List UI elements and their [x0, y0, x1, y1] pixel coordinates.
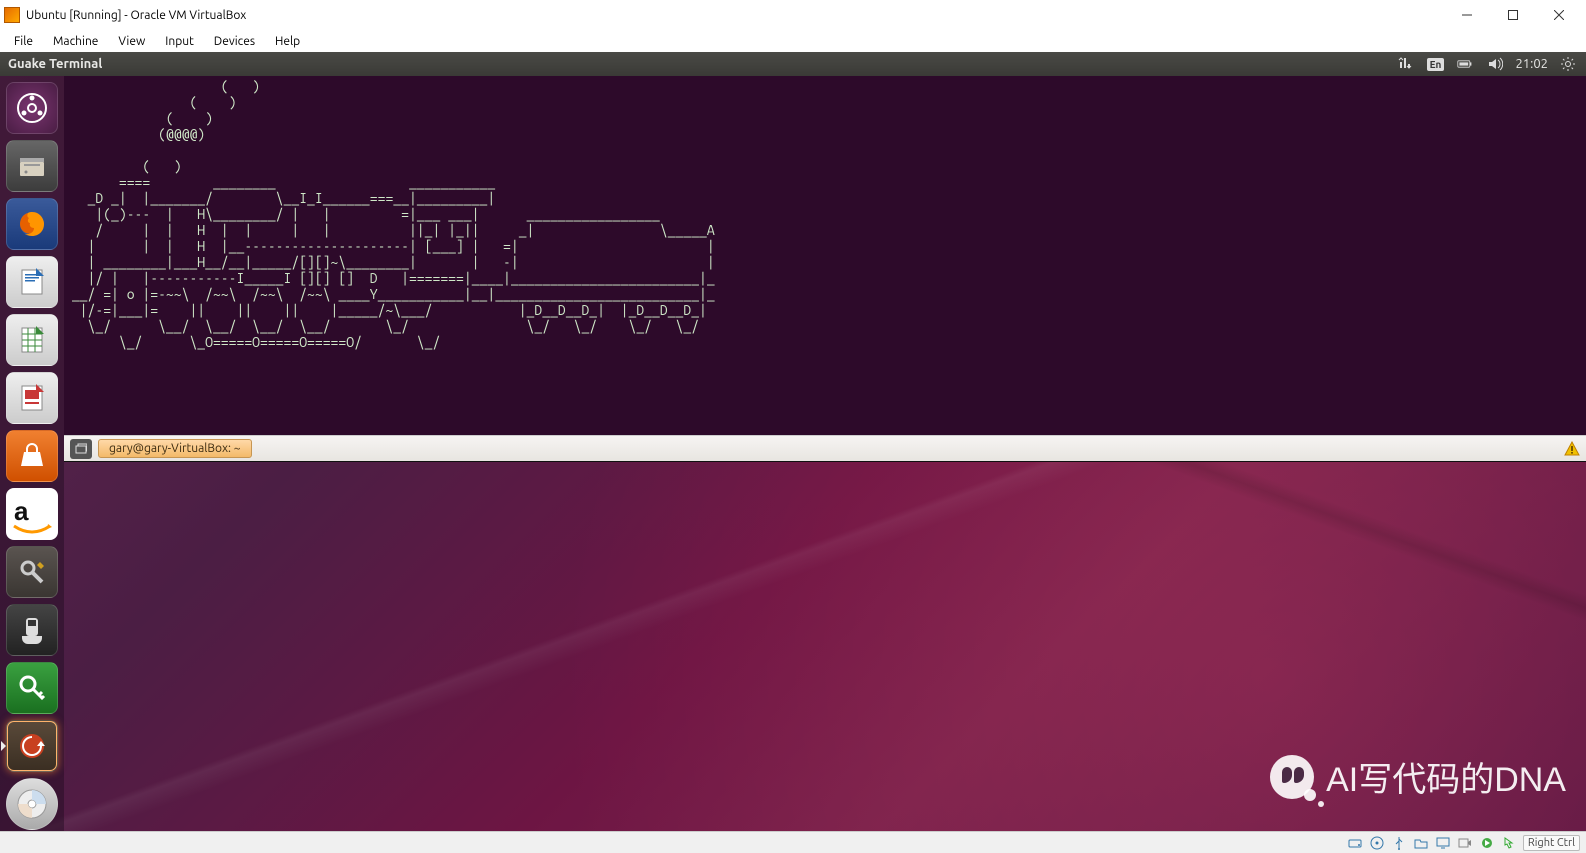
unity-launcher: a: [0, 76, 64, 831]
watermark: AI写代码的DNA: [1270, 752, 1566, 801]
menu-view[interactable]: View: [110, 33, 153, 50]
launcher-disc[interactable]: [6, 778, 58, 830]
hostkey-label[interactable]: Right Ctrl: [1523, 835, 1580, 851]
launcher-controller[interactable]: [6, 604, 58, 656]
ubuntu-desktop[interactable]: Guake Terminal En 21:02: [0, 52, 1586, 831]
menu-machine[interactable]: Machine: [45, 33, 106, 50]
launcher-settings[interactable]: [6, 546, 58, 598]
status-optical-icon[interactable]: [1369, 835, 1385, 851]
launcher-dash[interactable]: [6, 82, 58, 134]
status-shared-folder-icon[interactable]: [1413, 835, 1429, 851]
guake-terminal: ( ) ( ) ( ) (@@@@) ( ) ==== ________ ___…: [64, 76, 1586, 462]
gear-icon[interactable]: [1558, 52, 1578, 76]
virtualbox-menubar: File Machine View Input Devices Help: [0, 30, 1586, 52]
new-tab-button[interactable]: [70, 439, 92, 459]
terminal-output[interactable]: ( ) ( ) ( ) (@@@@) ( ) ==== ________ ___…: [64, 76, 1586, 435]
volume-icon[interactable]: [1485, 52, 1505, 76]
language-indicator[interactable]: En: [1425, 52, 1445, 76]
network-icon[interactable]: [1395, 52, 1415, 76]
launcher-firefox[interactable]: [6, 198, 58, 250]
virtualbox-window-title: Ubuntu [Running] - Oracle VM VirtualBox: [26, 9, 1444, 22]
panel-app-title: Guake Terminal: [8, 57, 1385, 71]
maximize-button[interactable]: [1490, 0, 1536, 30]
guest-display[interactable]: Guake Terminal En 21:02: [0, 52, 1586, 831]
launcher-amazon[interactable]: a: [6, 488, 58, 540]
launcher-writer[interactable]: [6, 256, 58, 308]
running-indicator-icon: [1, 741, 6, 751]
terminal-tab[interactable]: gary@gary-VirtualBox: ~: [98, 439, 252, 458]
menu-input[interactable]: Input: [157, 33, 202, 50]
watermark-text: AI写代码的DNA: [1326, 752, 1566, 801]
close-button[interactable]: [1536, 0, 1582, 30]
menu-help[interactable]: Help: [267, 33, 308, 50]
status-display-icon[interactable]: [1435, 835, 1451, 851]
menu-devices[interactable]: Devices: [206, 33, 263, 50]
status-mouse-integration-icon[interactable]: [1501, 835, 1517, 851]
warning-icon: [1564, 441, 1580, 457]
launcher-updater[interactable]: [6, 720, 58, 772]
menu-file[interactable]: File: [6, 33, 41, 50]
virtualbox-icon: [4, 7, 20, 23]
wechat-icon: [1270, 755, 1314, 799]
battery-icon[interactable]: [1455, 52, 1475, 76]
launcher-files[interactable]: [6, 140, 58, 192]
launcher-passwords[interactable]: [6, 662, 58, 714]
status-recording-icon[interactable]: [1457, 835, 1473, 851]
ubuntu-top-panel: Guake Terminal En 21:02: [0, 52, 1586, 76]
clock[interactable]: 21:02: [1515, 57, 1548, 71]
status-usb-icon[interactable]: [1391, 835, 1407, 851]
virtualbox-titlebar: Ubuntu [Running] - Oracle VM VirtualBox: [0, 0, 1586, 30]
status-vm-state-icon[interactable]: [1479, 835, 1495, 851]
launcher-calc[interactable]: [6, 314, 58, 366]
minimize-button[interactable]: [1444, 0, 1490, 30]
virtualbox-statusbar: Right Ctrl: [0, 831, 1586, 853]
status-hdd-icon[interactable]: [1347, 835, 1363, 851]
launcher-software[interactable]: [6, 430, 58, 482]
launcher-impress[interactable]: [6, 372, 58, 424]
guake-tabbar: gary@gary-VirtualBox: ~: [64, 435, 1586, 461]
